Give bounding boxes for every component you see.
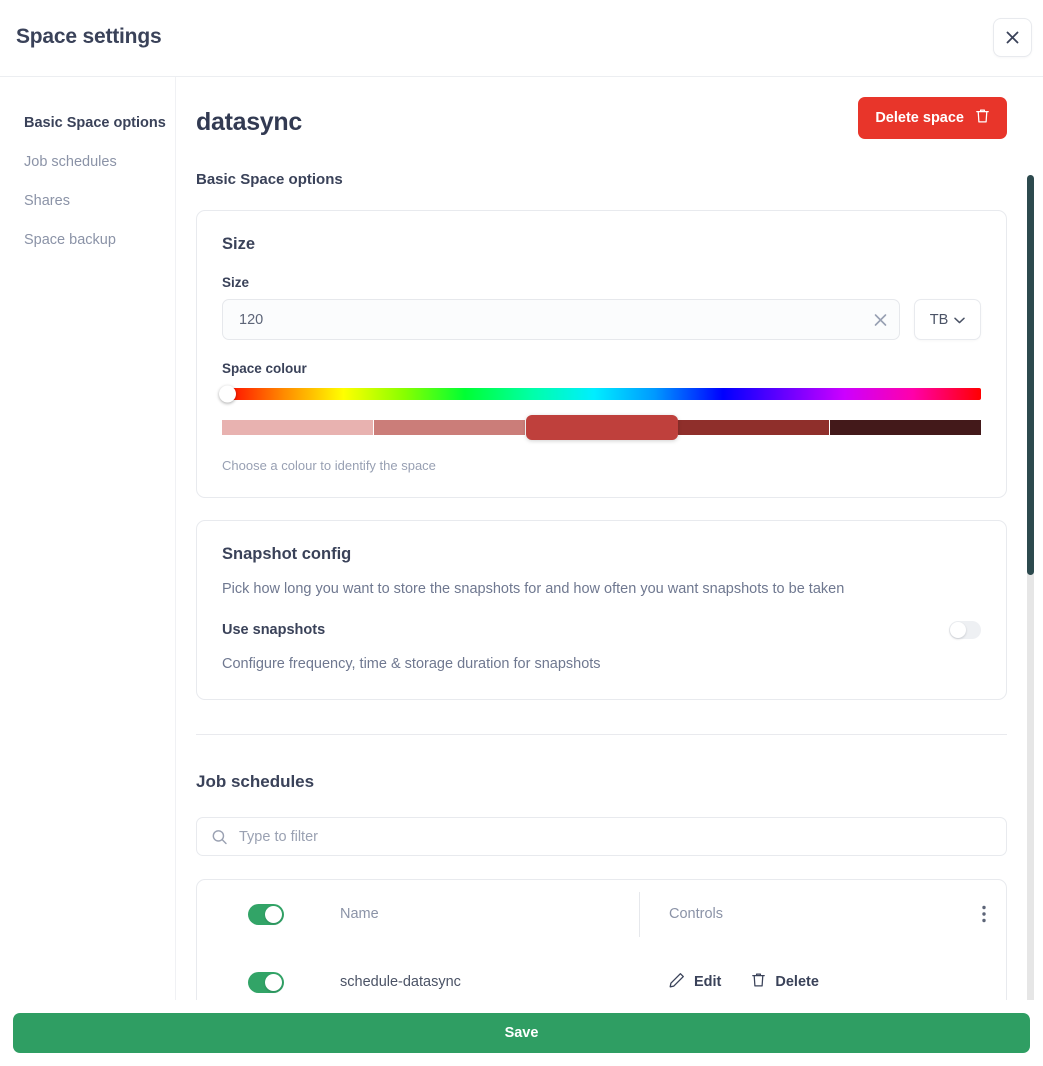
- snapshot-config-card: Snapshot config Pick how long you want t…: [196, 520, 1007, 701]
- edit-button[interactable]: Edit: [669, 972, 721, 992]
- close-button[interactable]: [993, 18, 1032, 57]
- colour-swatch-list: [222, 415, 982, 440]
- modal-header: Space settings: [0, 0, 1043, 77]
- content-scrollbar-thumb[interactable]: [1027, 175, 1034, 575]
- size-input[interactable]: [223, 300, 899, 339]
- toggle-knob: [265, 973, 282, 991]
- use-snapshots-toggle[interactable]: [949, 621, 981, 640]
- trash-icon: [975, 108, 990, 128]
- search-icon: [212, 829, 227, 844]
- toggle-knob: [950, 622, 966, 639]
- close-icon: [1006, 31, 1019, 44]
- colour-swatch[interactable]: [222, 420, 375, 435]
- pencil-icon: [669, 972, 685, 992]
- size-unit-select[interactable]: TB: [914, 299, 981, 340]
- space-name: datasync: [196, 108, 302, 136]
- size-card: Size Size TB: [196, 210, 1007, 498]
- settings-content: datasync Delete space Basic Space option…: [177, 77, 1043, 1012]
- snapshot-card-title: Snapshot config: [222, 545, 352, 563]
- chevron-down-icon: [954, 312, 966, 328]
- column-header-controls: Controls: [669, 906, 723, 923]
- table-header-row: Name Controls: [197, 880, 1006, 948]
- job-filter-input[interactable]: [197, 818, 1006, 856]
- trash-icon: [751, 972, 766, 992]
- footer-action-bar: Save: [0, 1000, 1043, 1066]
- sidebar-item-basic-space-options[interactable]: Basic Space options: [0, 104, 175, 143]
- size-card-title: Size: [222, 235, 256, 253]
- content-scrollbar-track[interactable]: [1027, 175, 1034, 1066]
- delete-label: Delete: [775, 974, 819, 991]
- colour-helper-text: Choose a colour to identify the space: [222, 458, 436, 473]
- use-snapshots-label: Use snapshots: [222, 622, 326, 639]
- delete-space-button[interactable]: Delete space: [858, 97, 1007, 139]
- sidebar-item-label: Basic Space options: [24, 115, 166, 131]
- sidebar-item-job-schedules[interactable]: Job schedules: [0, 143, 175, 182]
- delete-button[interactable]: Delete: [751, 972, 819, 992]
- clear-size-icon[interactable]: [874, 313, 887, 326]
- page-title: Space settings: [16, 25, 162, 48]
- more-vertical-icon[interactable]: [982, 905, 986, 923]
- row-name: schedule-datasync: [340, 974, 461, 991]
- basic-options-heading: Basic Space options: [196, 171, 343, 188]
- header-toggle-cell: [248, 903, 340, 925]
- snapshot-card-description: Pick how long you want to store the snap…: [222, 581, 845, 597]
- hue-slider-thumb[interactable]: [219, 385, 236, 403]
- sidebar-item-label: Space backup: [24, 232, 116, 248]
- colour-swatch[interactable]: [829, 420, 982, 435]
- space-settings-modal: Space settings Basic Space options Job s…: [0, 0, 1043, 1066]
- size-field-label: Size: [222, 275, 250, 290]
- space-colour-label: Space colour: [222, 361, 307, 376]
- sidebar-item-shares[interactable]: Shares: [0, 182, 175, 221]
- colour-swatch[interactable]: [677, 420, 830, 435]
- modal-body: Basic Space options Job schedules Shares…: [0, 77, 1043, 1066]
- colour-swatch[interactable]: [374, 420, 527, 435]
- job-filter-wrapper: [196, 817, 1007, 857]
- sidebar-item-space-backup[interactable]: Space backup: [0, 221, 175, 260]
- delete-space-label: Delete space: [875, 110, 964, 126]
- row-toggle-cell: [248, 971, 340, 993]
- select-all-toggle[interactable]: [248, 903, 284, 925]
- use-snapshots-row: Use snapshots: [222, 621, 981, 640]
- space-header: datasync Delete space: [196, 97, 1007, 159]
- settings-sidebar: Basic Space options Job schedules Shares…: [0, 77, 176, 1012]
- job-schedules-heading: Job schedules: [196, 772, 315, 792]
- sidebar-item-label: Shares: [24, 193, 70, 209]
- size-input-row: TB: [222, 299, 981, 340]
- colour-swatch-selected[interactable]: [526, 415, 678, 440]
- toggle-knob: [265, 905, 282, 923]
- edit-label: Edit: [694, 974, 722, 991]
- section-divider: [196, 734, 1007, 736]
- snapshot-sub-description: Configure frequency, time & storage dura…: [222, 656, 601, 673]
- row-enabled-toggle[interactable]: [248, 971, 284, 993]
- hue-slider[interactable]: [219, 385, 981, 403]
- size-input-wrapper: [222, 299, 900, 340]
- save-button[interactable]: Save: [13, 1013, 1030, 1053]
- column-header-name: Name: [340, 906, 379, 923]
- size-unit-value: TB: [929, 311, 949, 328]
- job-schedules-table: Name Controls schedule-datasync Edit Del…: [196, 879, 1007, 1012]
- sidebar-item-label: Job schedules: [24, 154, 117, 170]
